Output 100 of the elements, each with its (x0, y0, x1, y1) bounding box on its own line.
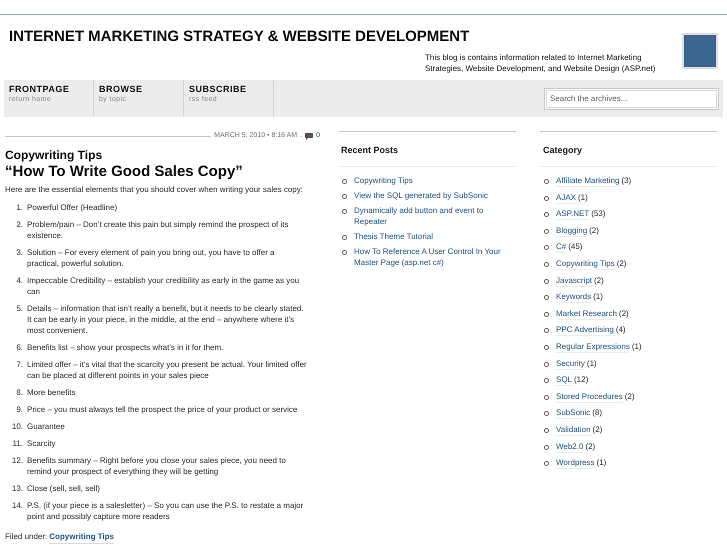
list-item-text: Powerful Offer (Headline) (27, 202, 118, 212)
bullet-icon (544, 362, 549, 367)
post-title[interactable]: Copywriting Tips (5, 148, 320, 162)
category-link[interactable]: Copywriting Tips (49, 530, 114, 544)
bullet-icon (544, 428, 549, 433)
bullet-icon (342, 179, 347, 184)
category-count: (1) (596, 457, 606, 470)
list-number: 6. (15, 342, 24, 352)
list-item-text: Close (sell, sell, sell) (27, 482, 101, 494)
bullet-icon (544, 411, 549, 416)
list-item-text: Scarcity (27, 438, 56, 448)
bullet-icon (544, 245, 549, 250)
category-link[interactable]: Validation (556, 424, 591, 436)
recent-posts-heading: Recent Posts (341, 145, 398, 155)
list-number: 4. (15, 274, 24, 286)
filed-under-label: Filed under: (5, 530, 48, 542)
category-link[interactable]: Affiliate Marketing (556, 175, 620, 187)
site-description: This blog is contains information related to Internet Marketing Strategies, Website Development, and Website Design (ASP.net) (425, 52, 656, 74)
bullet-icon (544, 278, 549, 284)
category-link[interactable]: C# (556, 241, 566, 254)
list-number: 5. (15, 302, 24, 314)
bullet-icon (342, 250, 347, 255)
category-link[interactable]: Wordpress (556, 457, 595, 470)
list-item-text: Benefits summary – Right before you close your sales piece, you need to remind your prospect of everything they will be getting (27, 454, 287, 476)
bullet-icon (544, 344, 549, 350)
recent-post-link[interactable]: Copywriting Tips (354, 175, 502, 186)
category-count: (3) (621, 175, 632, 187)
category-count: (1) (593, 291, 603, 304)
bullet-icon (544, 262, 549, 267)
list-item-text: Impeccable Credibility – establish your credibility as early in the game as you can (27, 274, 300, 296)
category-count: (1) (632, 340, 642, 353)
list-number: 8. (15, 386, 24, 398)
list-item-text: Problem/pain – Don’t create this pain but simply remind the prospect of its existence. (27, 218, 290, 240)
category-link[interactable]: AJAX (556, 192, 576, 204)
bullet-icon (342, 209, 347, 214)
list-item-text: Solution – For every element of pain you bring out, you have to offer a practical, powerful solution. (27, 246, 276, 268)
category-count: (2) (618, 308, 629, 320)
category-count: (45) (568, 241, 582, 254)
bullet-icon (342, 235, 347, 240)
category-link[interactable]: Keywords (556, 291, 592, 304)
bullet-icon (544, 394, 549, 400)
recent-post-link[interactable]: View the SQL generated by SubSonic (354, 190, 502, 201)
comment-icon (305, 132, 314, 140)
list-item-text: Benefits list – show your prospects what’s in it for them. (27, 342, 224, 352)
bullet-icon (544, 228, 549, 234)
bullet-icon (544, 196, 549, 201)
category-link[interactable]: PPC Advertising (556, 324, 614, 336)
list-number: 3. (15, 246, 24, 258)
category-link[interactable]: Market Research (556, 308, 617, 320)
bullet-icon (544, 378, 549, 384)
category-link[interactable]: Regular Expressions (556, 340, 630, 353)
bullet-icon (544, 179, 549, 184)
search-field[interactable]: Search the archives... (544, 88, 719, 110)
recent-post-link[interactable]: Thesis Theme Tutorial (354, 231, 502, 242)
category-count: (2) (585, 440, 596, 452)
category-link[interactable]: ASP.NET (556, 208, 590, 220)
category-count: (2) (589, 224, 599, 237)
category-link[interactable]: Stored Procedures (556, 390, 623, 403)
bullet-icon (544, 212, 549, 218)
bullet-icon (544, 461, 549, 466)
list-number: 2. (15, 218, 24, 230)
logo-square (682, 33, 718, 69)
bullet-icon (544, 312, 549, 317)
category-count: (1) (578, 192, 588, 204)
bullet-icon (544, 328, 549, 334)
category-link[interactable]: Blogging (556, 224, 588, 237)
category-link[interactable]: Security (556, 358, 585, 370)
recent-post-link[interactable]: How To Reference A User Control In Your Master Page (asp.net c#) (354, 246, 502, 268)
list-number: 9. (15, 404, 24, 414)
category-count: (2) (624, 390, 634, 403)
site-title[interactable]: INTERNET MARKETING STRATEGY & WEBSITE DEVELOPMENT (9, 28, 665, 46)
list-number: 14. (10, 500, 24, 512)
list-item-text: Details – information that isn’t really a benefit, but it needs to be clearly stated. It can be early in your piece, in the middle, at the end – anywhere where it’s most convenient. (27, 302, 305, 336)
category-count: (8) (592, 407, 602, 420)
bullet-icon (342, 194, 347, 199)
category-count: (1) (586, 358, 597, 370)
category-link[interactable]: SubSonic (556, 407, 590, 420)
bullet-icon (544, 295, 549, 300)
category-link[interactable]: SQL (556, 374, 572, 386)
category-link[interactable]: Copywriting Tips (556, 258, 615, 270)
list-item-text: Price – you must always tell the prospect the price of your product or service (27, 404, 298, 414)
category-link[interactable]: Javascript (556, 274, 592, 287)
list-item-text: Limited offer – it’s vital that the scarcity you present be actual. Your limited offer can be placed at different points in your sales piece (27, 358, 307, 380)
category-count: (2) (594, 274, 604, 287)
category-heading: Category (543, 145, 582, 155)
post-intro: Here are the essential elements that you should cover when writing your sales copy: (5, 184, 304, 194)
category-count: (2) (592, 424, 602, 436)
bullet-icon (544, 444, 549, 450)
post-subtitle: “How To Write Good Sales Copy” (5, 162, 244, 182)
list-number: 1. (15, 202, 24, 212)
list-item-text: Guarantee (27, 420, 66, 432)
category-count: (12) (574, 374, 588, 386)
category-link[interactable]: Web2.0 (556, 440, 584, 452)
list-item-text: P.S. (if your piece is a salesletter) – So you can use the P.S. to restate a major point and possibly capture more readers (27, 500, 304, 522)
list-item-text: More benefits (27, 386, 76, 398)
category-count: (4) (616, 324, 626, 336)
list-number: 12. (10, 454, 24, 466)
recent-post-link[interactable]: Dynamically add button and event to Repeater (354, 205, 502, 227)
list-number: 11. (11, 438, 24, 448)
category-count: (53) (591, 208, 606, 220)
